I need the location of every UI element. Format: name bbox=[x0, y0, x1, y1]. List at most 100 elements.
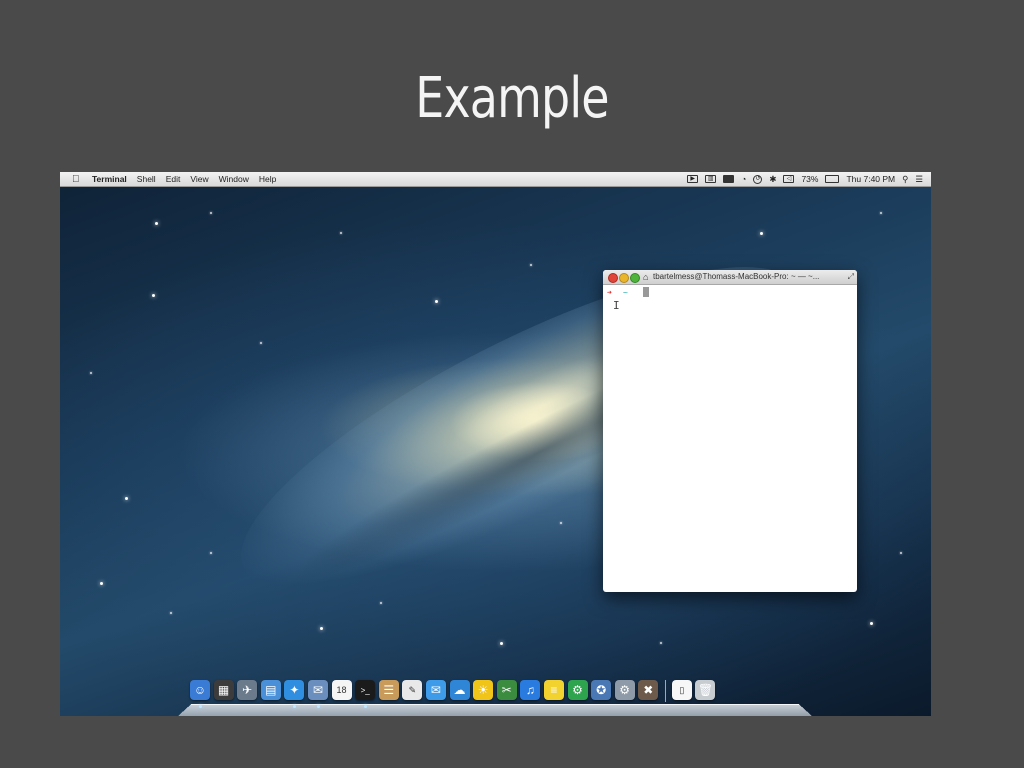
dock-textedit-icon[interactable]: ✎ bbox=[402, 680, 423, 700]
close-button[interactable] bbox=[608, 273, 618, 283]
menu-shell[interactable]: Shell bbox=[137, 174, 156, 184]
dock-separator bbox=[664, 680, 666, 702]
running-indicator bbox=[199, 705, 202, 708]
terminal-glyph-icon: >_ bbox=[360, 685, 370, 695]
dock-contacts-icon[interactable]: ☰ bbox=[378, 680, 399, 700]
itunes-glyph-icon: ♫ bbox=[525, 683, 535, 697]
star bbox=[560, 522, 562, 524]
dock-tweetbot-icon[interactable]: ✪ bbox=[591, 680, 612, 700]
star bbox=[100, 582, 103, 585]
star bbox=[155, 222, 158, 225]
text-cursor bbox=[643, 287, 649, 297]
dock-calendar-icon[interactable]: 18 bbox=[331, 680, 352, 700]
trash-glyph-icon: 🗑 bbox=[697, 683, 714, 697]
prompt-directory: ~ bbox=[623, 288, 628, 297]
ibeam-cursor-icon: I bbox=[613, 299, 620, 312]
terminal-title: tbartelmess@Thomass-MacBook-Pro: ~ — ~..… bbox=[653, 272, 820, 281]
dock-ichat-icon[interactable]: ☁ bbox=[449, 680, 470, 700]
dock-system-preferences-icon[interactable]: ⚙ bbox=[614, 680, 635, 700]
dock-documents-icon[interactable]: ▯ bbox=[671, 680, 692, 700]
running-indicator bbox=[316, 705, 320, 708]
time-machine-icon[interactable]: ↺ bbox=[753, 174, 763, 184]
mission-control-glyph-icon: ▤ bbox=[265, 683, 277, 697]
dock-launchpad-icon[interactable]: ✈ bbox=[237, 680, 258, 700]
calendar-glyph-icon: 18 bbox=[336, 685, 347, 695]
star bbox=[210, 212, 212, 214]
clock[interactable]: Thu 7:40 PM bbox=[846, 174, 895, 184]
dock-sunrise-app-icon[interactable]: ☀ bbox=[473, 680, 494, 700]
star bbox=[660, 642, 662, 644]
star bbox=[760, 232, 763, 235]
battery-icon[interactable] bbox=[825, 175, 840, 183]
sunrise-app-glyph-icon: ☀ bbox=[477, 683, 489, 697]
ichat-glyph-icon: ☁ bbox=[453, 683, 466, 697]
dock: ☺ ▦ ✈ ▤ ✦ ✉ 18 >_ ☰ ✎ ✉ ☁ ☀ ✂ ♫ ≡ ⚙ ✪ ⚙ ✖ ▯ 🗑 bbox=[178, 678, 812, 716]
minimize-button[interactable] bbox=[619, 273, 629, 283]
dock-shelf bbox=[178, 704, 812, 716]
star bbox=[435, 300, 438, 303]
terminal-titlebar[interactable]: ⌂ tbartelmess@Thomass-MacBook-Pro: ~ — ~… bbox=[603, 270, 857, 285]
home-folder-icon: ⌂ bbox=[643, 272, 649, 282]
dock-dashboard-icon[interactable]: ▦ bbox=[213, 680, 234, 700]
star bbox=[260, 342, 262, 344]
dock-github-icon[interactable]: ⚙ bbox=[567, 680, 588, 700]
dock-trash-icon[interactable]: 🗑 bbox=[695, 680, 716, 700]
star bbox=[340, 232, 342, 234]
documents-glyph-icon: ▯ bbox=[679, 684, 685, 695]
dock-icons: ☺ ▦ ✈ ▤ ✦ ✉ 18 >_ ☰ ✎ ✉ ☁ ☀ ✂ ♫ ≡ ⚙ ✪ ⚙ ✖ ▯ 🗑 bbox=[190, 680, 719, 708]
dock-safari-icon[interactable]: ✦ bbox=[284, 680, 305, 708]
dock-finder-icon[interactable]: ☺ bbox=[190, 680, 210, 708]
slide-title: Example bbox=[415, 66, 609, 131]
menu-app-terminal[interactable]: Terminal bbox=[92, 174, 127, 184]
star bbox=[500, 642, 503, 645]
battery-percent[interactable]: 73% bbox=[801, 174, 818, 184]
dock-mail-icon[interactable]: ✉ bbox=[307, 680, 328, 708]
wifi-icon[interactable]: ◔ bbox=[741, 174, 746, 184]
dock-itunes-icon[interactable]: ♫ bbox=[520, 680, 541, 700]
stickies-glyph-icon: ≡ bbox=[550, 683, 558, 697]
star bbox=[152, 294, 155, 297]
star bbox=[530, 264, 532, 266]
textedit-glyph-icon: ✎ bbox=[408, 684, 417, 695]
star bbox=[125, 497, 128, 500]
dock-utility-icon[interactable]: ✖ bbox=[638, 680, 659, 700]
dock-stickies-icon[interactable]: ≡ bbox=[543, 680, 564, 700]
star bbox=[380, 602, 382, 604]
star bbox=[870, 622, 873, 625]
terminal-window[interactable]: ⌂ tbartelmess@Thomass-MacBook-Pro: ~ — ~… bbox=[603, 270, 857, 592]
desktop-screenshot:  Terminal Shell Edit View Window Help ▶… bbox=[60, 172, 931, 716]
bluetooth-icon[interactable]: ✱ bbox=[769, 174, 776, 185]
status-area: ▶ ▥ ◔ ↺ ✱ ◁ 73% Thu 7:40 PM ⚲ ☰ bbox=[680, 172, 923, 186]
mail-glyph-icon: ✉ bbox=[312, 683, 323, 697]
dock-mission-control-icon[interactable]: ▤ bbox=[260, 680, 281, 700]
mirror-icon[interactable]: ▥ bbox=[705, 175, 717, 183]
menu-help[interactable]: Help bbox=[259, 174, 276, 184]
messages-glyph-icon: ✉ bbox=[430, 683, 441, 697]
star bbox=[900, 552, 902, 554]
menu-edit[interactable]: Edit bbox=[166, 174, 181, 184]
menu-window[interactable]: Window bbox=[219, 174, 249, 184]
notification-center-icon[interactable]: ☰ bbox=[915, 174, 923, 185]
volume-icon[interactable]: ◁ bbox=[783, 175, 795, 183]
github-glyph-icon: ⚙ bbox=[572, 683, 583, 697]
star bbox=[170, 612, 172, 614]
apple-menu-icon[interactable]:  bbox=[72, 174, 82, 185]
safari-glyph-icon: ✦ bbox=[289, 683, 300, 697]
prompt-arrow: ➜ bbox=[607, 288, 612, 297]
dashboard-glyph-icon: ▦ bbox=[217, 683, 230, 697]
dock-messages-icon[interactable]: ✉ bbox=[425, 680, 446, 700]
tweetbot-glyph-icon: ✪ bbox=[596, 683, 607, 697]
fullscreen-icon[interactable]: ⤢ bbox=[848, 272, 854, 282]
zoom-button[interactable] bbox=[630, 273, 640, 283]
utility-glyph-icon: ✖ bbox=[643, 683, 654, 697]
keyboard-icon[interactable] bbox=[723, 175, 735, 183]
star bbox=[90, 372, 92, 374]
star bbox=[210, 552, 212, 554]
star bbox=[320, 627, 323, 630]
menu-view[interactable]: View bbox=[190, 174, 208, 184]
dock-xcode-instruments-icon[interactable]: ✂ bbox=[496, 680, 517, 700]
spotlight-icon[interactable]: ⚲ bbox=[902, 174, 908, 185]
dock-terminal-icon[interactable]: >_ bbox=[355, 680, 376, 708]
screen-record-icon[interactable]: ▶ bbox=[687, 175, 699, 183]
xcode-instruments-glyph-icon: ✂ bbox=[501, 683, 512, 697]
